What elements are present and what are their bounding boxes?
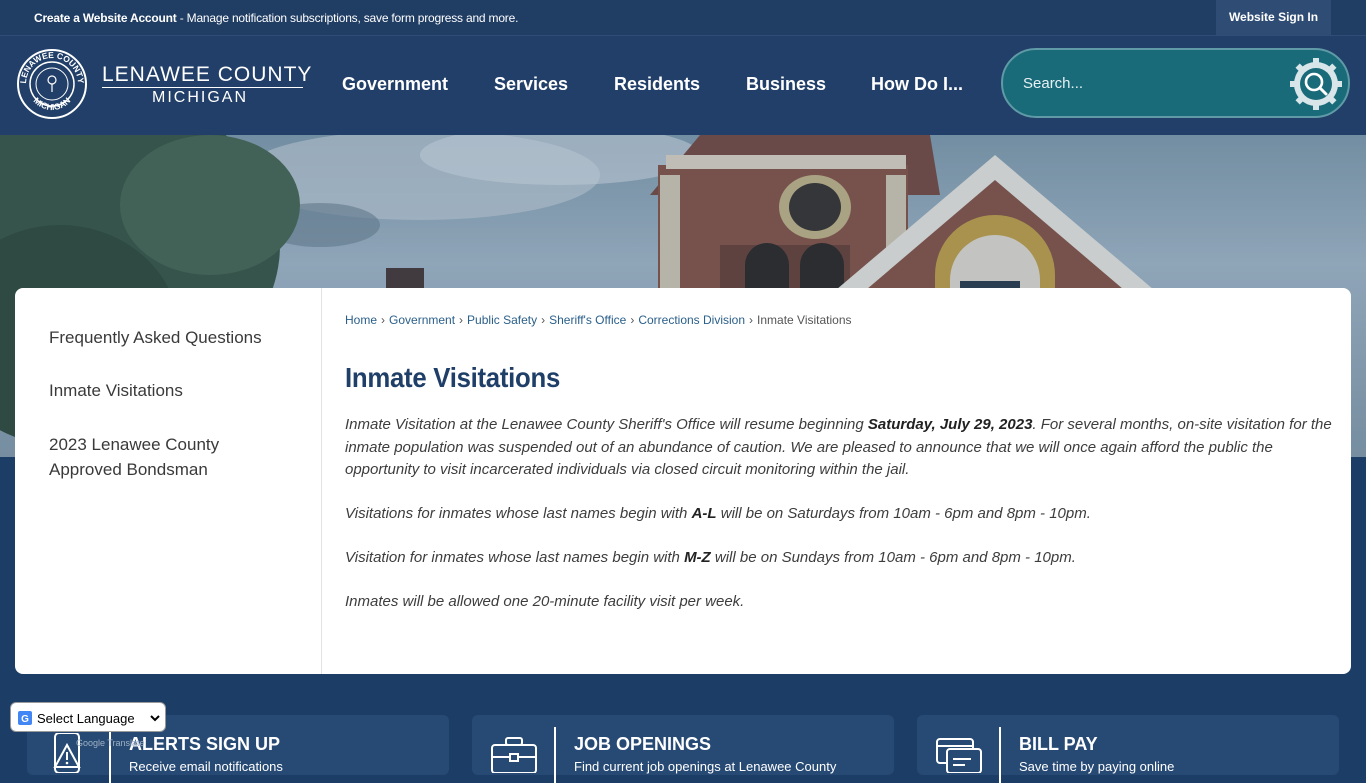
paragraph-saturday-schedule: Visitations for inmates whose last names… bbox=[345, 503, 1335, 526]
name-range-a-l: A-L bbox=[691, 505, 717, 522]
paragraph-text: Visitations for inmates whose last names… bbox=[345, 505, 692, 522]
paragraph-text: Visitation for inmates whose last names … bbox=[345, 549, 685, 566]
language-select[interactable]: Select Language bbox=[15, 707, 163, 729]
paragraph-text: will be on Saturdays from 10am - 6pm and… bbox=[716, 505, 1091, 522]
sidebar-item-inmate-visitations[interactable]: Inmate Visitations bbox=[49, 378, 183, 403]
nav-government[interactable]: Government bbox=[342, 74, 448, 95]
sidebar-item-faq[interactable]: Frequently Asked Questions bbox=[49, 325, 262, 350]
create-account-link[interactable]: Create a Website Account bbox=[34, 11, 177, 25]
quick-link-title: JOB OPENINGS bbox=[574, 734, 712, 754]
search-input[interactable] bbox=[1021, 70, 1271, 96]
breadcrumb-separator: › bbox=[630, 313, 635, 327]
sidebar-divider bbox=[321, 288, 322, 674]
powered-by-google-translate[interactable]: Google Translate bbox=[76, 738, 145, 748]
nav-residents[interactable]: Residents bbox=[614, 74, 700, 95]
quick-link-subtitle: Find current job openings at Lenawee Cou… bbox=[574, 759, 837, 774]
quick-link-divider bbox=[554, 727, 556, 783]
breadcrumb-current: Inmate Visitations bbox=[757, 313, 852, 327]
brand-divider bbox=[102, 87, 303, 88]
county-seal-logo[interactable]: LENAWEE COUNTY MICHIGAN bbox=[16, 48, 88, 120]
create-account-description: - Manage notification subscriptions, sav… bbox=[176, 11, 519, 25]
seal-bottom-text: MICHIGAN bbox=[32, 95, 73, 112]
paragraph-sunday-schedule: Visitation for inmates whose last names … bbox=[345, 547, 1335, 570]
svg-text:LENAWEE COUNTY: LENAWEE COUNTY bbox=[18, 50, 86, 84]
breadcrumb: Home › Government › Public Safety › Sheriff's … bbox=[345, 313, 852, 327]
create-account-message[interactable]: Create a Website Account - Manage notifi… bbox=[34, 11, 518, 25]
nav-services[interactable]: Services bbox=[494, 74, 568, 95]
search-icon[interactable] bbox=[1288, 56, 1344, 112]
brand-name[interactable]: LENAWEE COUNTY bbox=[102, 63, 312, 87]
quick-link-bill-pay[interactable]: BILL PAY Save time by paying online bbox=[917, 715, 1339, 783]
quick-link-title: BILL PAY bbox=[1019, 734, 1098, 754]
quick-link-divider bbox=[109, 727, 111, 783]
paragraph-text: Inmate Visitation at the Lenawee County … bbox=[345, 416, 868, 433]
nav-how-do-i[interactable]: How Do I... bbox=[871, 74, 963, 95]
breadcrumb-home[interactable]: Home bbox=[345, 313, 377, 327]
quick-link-subtitle: Receive email notifications bbox=[129, 759, 283, 774]
breadcrumb-separator: › bbox=[749, 313, 754, 327]
paragraph-text: will be on Sundays from 10am - 6pm and 8… bbox=[710, 549, 1076, 566]
quick-link-job-openings[interactable]: JOB OPENINGS Find current job openings a… bbox=[472, 715, 894, 783]
resume-date: Saturday, July 29, 2023 bbox=[867, 416, 1033, 433]
language-selector: G Select Language bbox=[10, 702, 166, 732]
top-bar: Create a Website Account - Manage notifi… bbox=[0, 0, 1366, 36]
bill-pay-icon bbox=[936, 738, 982, 773]
nav-business[interactable]: Business bbox=[746, 74, 826, 95]
breadcrumb-separator: › bbox=[381, 313, 386, 327]
paragraph-visit-limit: Inmates will be allowed one 20-minute fa… bbox=[345, 593, 745, 610]
svg-text:MICHIGAN: MICHIGAN bbox=[32, 95, 73, 112]
brand-state: MICHIGAN bbox=[152, 89, 248, 106]
seal-top-text: LENAWEE COUNTY bbox=[18, 50, 86, 84]
breadcrumb-government[interactable]: Government bbox=[389, 313, 455, 327]
site-header: LENAWEE COUNTY MICHIGAN LENAWEE COUNTY M… bbox=[0, 36, 1366, 135]
breadcrumb-sheriffs-office[interactable]: Sheriff's Office bbox=[549, 313, 626, 327]
breadcrumb-separator: › bbox=[459, 313, 464, 327]
briefcase-icon bbox=[491, 737, 537, 773]
search-box bbox=[1001, 48, 1350, 118]
sign-in-button[interactable]: Website Sign In bbox=[1216, 0, 1331, 35]
quick-link-divider bbox=[999, 727, 1001, 783]
breadcrumb-separator: › bbox=[541, 313, 546, 327]
quick-link-subtitle: Save time by paying online bbox=[1019, 759, 1175, 774]
sidebar-item-approved-bondsman[interactable]: 2023 Lenawee County Approved Bondsman bbox=[49, 432, 249, 482]
paragraph-resume-visitation: Inmate Visitation at the Lenawee County … bbox=[345, 414, 1335, 482]
content-card: Frequently Asked Questions Inmate Visita… bbox=[15, 288, 1351, 674]
breadcrumb-corrections-division[interactable]: Corrections Division bbox=[638, 313, 745, 327]
name-range-m-z: M-Z bbox=[684, 549, 711, 566]
page-title: Inmate Visitations bbox=[345, 362, 561, 393]
breadcrumb-public-safety[interactable]: Public Safety bbox=[467, 313, 537, 327]
quick-link-title: ALERTS SIGN UP bbox=[129, 734, 281, 754]
